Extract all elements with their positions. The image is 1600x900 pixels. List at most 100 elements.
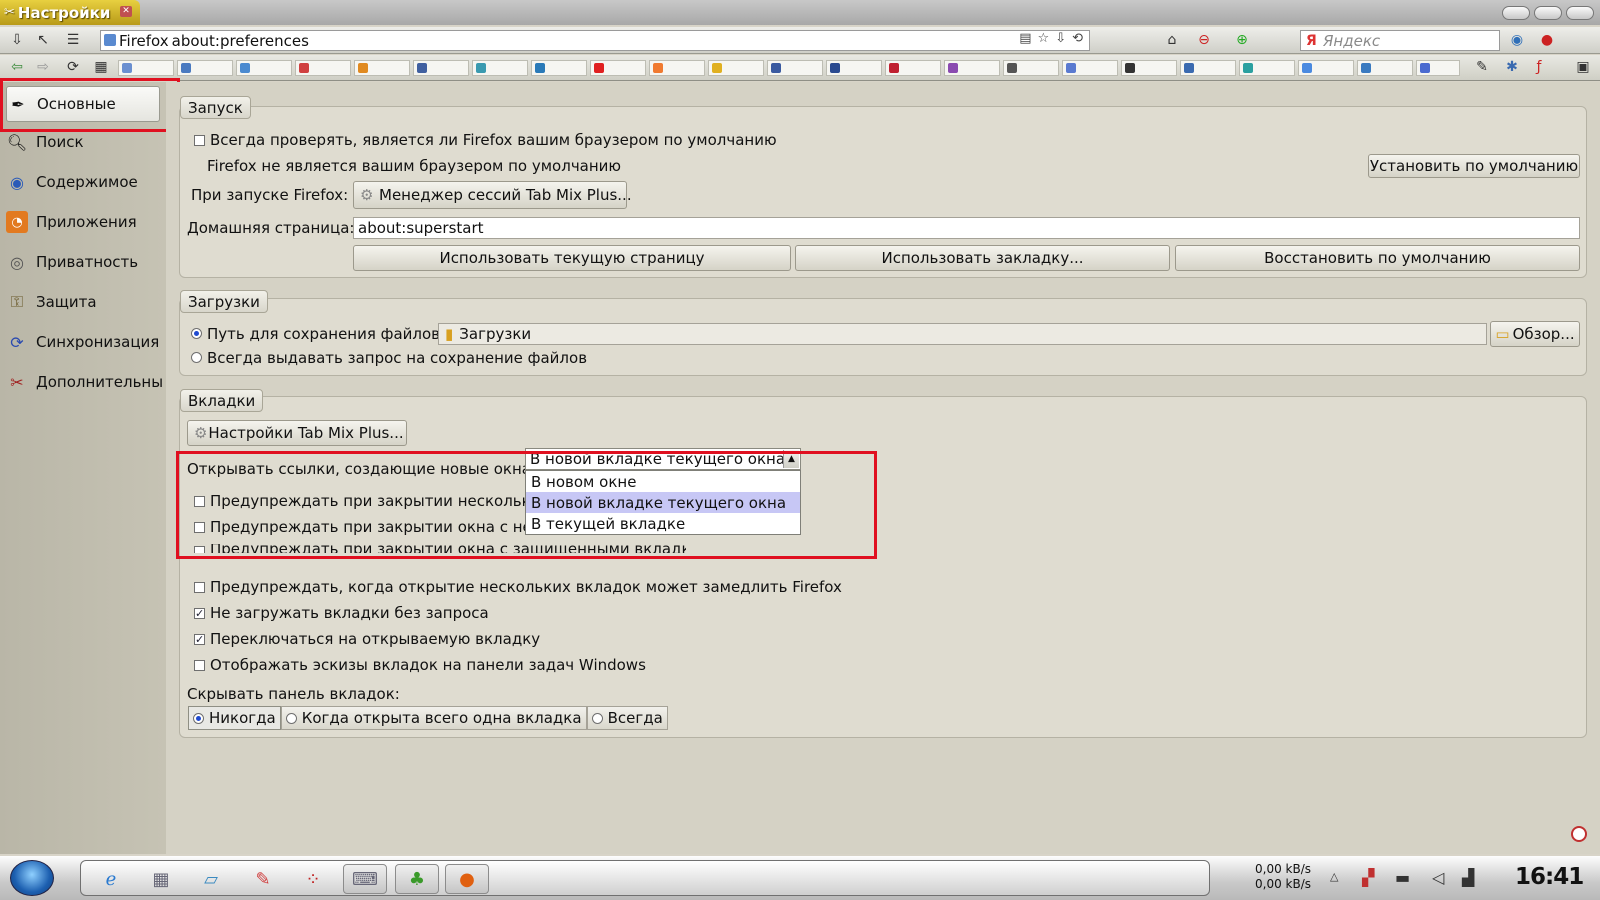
bookmark-item[interactable] [118, 60, 174, 76]
bookmark-item[interactable] [413, 60, 469, 76]
taskbar-clock[interactable]: 16:41 [1515, 864, 1584, 890]
maximize-button[interactable] [1534, 6, 1562, 20]
url-bar[interactable]: Firefox about:preferences ▤ ☆ ⇩ ⟲ [100, 30, 1090, 51]
tab-close-icon[interactable]: ✕ [120, 6, 132, 17]
bookmark-item[interactable] [177, 60, 233, 76]
show-previews-label[interactable]: Отображать эскизы вкладок на панели зада… [210, 655, 646, 675]
alert-icon[interactable]: ● [1538, 31, 1556, 49]
restore-default-button[interactable]: Восстановить по умолчанию [1175, 245, 1580, 271]
zoom-in-icon[interactable]: ⊕ [1233, 31, 1251, 49]
paint-icon[interactable]: ✎ [241, 864, 285, 894]
url-text[interactable]: about:preferences [172, 32, 309, 50]
page-icon[interactable]: ▦ [92, 58, 110, 76]
home-icon[interactable]: ⌂ [1163, 31, 1181, 49]
hide-bar-always[interactable]: Всегда [586, 706, 668, 730]
warn-slow-checkbox[interactable] [194, 582, 205, 593]
menu-icon[interactable]: ☰ [64, 31, 82, 49]
volume-icon[interactable]: ◁ [1432, 868, 1444, 887]
always-ask-radio[interactable] [191, 352, 202, 363]
use-current-page-button[interactable]: Использовать текущую страницу [353, 245, 791, 271]
always-ask-label[interactable]: Всегда выдавать запрос на сохранение фай… [207, 348, 587, 368]
globe-icon[interactable]: ◉ [1508, 31, 1526, 49]
download-arrow-icon[interactable]: ⇩ [8, 31, 26, 49]
dont-load-checkbox[interactable]: ✓ [194, 608, 205, 619]
bookmark-item[interactable] [1416, 60, 1460, 76]
bookmark-item[interactable] [1298, 60, 1354, 76]
start-button[interactable] [10, 860, 54, 896]
save-path-label[interactable]: Путь для сохранения файлов [207, 324, 440, 344]
bookmark-item[interactable] [885, 60, 941, 76]
bookmark-item[interactable] [1180, 60, 1236, 76]
sidebar-item-advanced[interactable]: ✂ Дополнительны [6, 364, 166, 400]
home-page-input[interactable]: about:superstart [353, 217, 1580, 239]
bookmark-item[interactable] [1062, 60, 1118, 76]
dont-load-label[interactable]: Не загружать вкладки без запроса [210, 603, 489, 623]
download-icon[interactable]: ⇩ [1055, 31, 1066, 46]
open-links-option-current-tab[interactable]: В текущей вкладке [526, 513, 800, 534]
calculator-icon[interactable]: ▦ [139, 864, 183, 894]
dice-icon[interactable]: ⁘ [291, 864, 335, 894]
sidebar-item-sync[interactable]: ⟳ Синхронизация [6, 324, 166, 360]
show-previews-checkbox[interactable] [194, 660, 205, 671]
bookmark-item[interactable] [354, 60, 410, 76]
switch-to-new-checkbox[interactable]: ✓ [194, 634, 205, 645]
bookmark-item[interactable] [944, 60, 1000, 76]
sidebar-item-privacy[interactable]: ◎ Приватность [6, 244, 166, 280]
minimize-button[interactable] [1502, 6, 1530, 20]
bookmark-item[interactable] [590, 60, 646, 76]
flash-icon[interactable]: ƒ [1530, 58, 1548, 76]
firefox-icon[interactable]: ● [445, 864, 489, 894]
site-identity[interactable]: Firefox [101, 32, 172, 50]
monitor-icon[interactable]: ▬ [1395, 868, 1410, 887]
hide-bar-never[interactable]: Никогда [188, 706, 281, 730]
hide-bar-one-tab[interactable]: Когда открыта всего одна вкладка [280, 706, 587, 730]
always-check-checkbox[interactable] [194, 135, 205, 146]
bookmark-item[interactable] [472, 60, 528, 76]
color-picker-icon[interactable]: ▞ [1362, 868, 1374, 887]
clover-icon[interactable]: ♣ [395, 864, 439, 894]
wrench-icon[interactable]: ✎ [1473, 58, 1491, 76]
sidebar-item-applications[interactable]: ◔ Приложения [6, 204, 166, 240]
bookmark-star-icon[interactable]: ☆ [1038, 31, 1050, 46]
switch-to-new-label[interactable]: Переключаться на открываемую вкладку [210, 629, 540, 649]
warn-slow-label[interactable]: Предупреждать, когда открытие нескольких… [210, 577, 842, 597]
sidebar-toggle-icon[interactable]: ▣ [1574, 58, 1592, 76]
reload-icon[interactable]: ⟳ [64, 58, 82, 76]
zoom-out-icon[interactable]: ⊖ [1195, 31, 1213, 49]
bookmark-item[interactable] [826, 60, 882, 76]
tray-expand-icon[interactable]: △ [1330, 870, 1338, 883]
keyboard-icon[interactable]: ⌨ [343, 864, 387, 894]
set-default-button[interactable]: Установить по умолчанию [1368, 154, 1580, 178]
open-links-option-new-window[interactable]: В новом окне [526, 471, 800, 492]
window-title-tab[interactable]: ✂ Настройки [0, 0, 140, 25]
bookmark-item[interactable] [1239, 60, 1295, 76]
save-path-radio[interactable] [191, 328, 202, 339]
forward-arrow-icon[interactable]: ⇨ [34, 58, 52, 76]
close-button[interactable] [1566, 6, 1594, 20]
bookmark-item[interactable] [236, 60, 292, 76]
bookmark-item[interactable] [767, 60, 823, 76]
signal-icon[interactable]: ▟ [1462, 868, 1474, 887]
bookmark-item[interactable] [1121, 60, 1177, 76]
bookmark-item[interactable] [649, 60, 705, 76]
help-lifebuoy-icon[interactable] [1571, 826, 1587, 842]
use-bookmark-button[interactable]: Использовать закладку... [795, 245, 1170, 271]
reload-icon[interactable]: ⟲ [1072, 31, 1083, 46]
notepad-icon[interactable]: ▱ [189, 864, 233, 894]
cursor-icon[interactable]: ↖ [34, 31, 52, 49]
bookmark-item[interactable] [1357, 60, 1413, 76]
always-check-label[interactable]: Всегда проверять, является ли Firefox ва… [210, 130, 777, 150]
browse-button[interactable]: ▭ Обзор... [1490, 321, 1580, 347]
sidebar-item-security[interactable]: ⚿ Защита [6, 284, 166, 320]
bookmark-item[interactable] [1003, 60, 1059, 76]
open-links-option-new-tab[interactable]: В новой вкладке текущего окна [526, 492, 800, 513]
on-start-select[interactable]: ⚙ Менеджер сессий Tab Mix Plus... [353, 181, 632, 209]
tab-mix-plus-settings-button[interactable]: ⚙ Настройки Tab Mix Plus... [187, 420, 407, 446]
bookmark-item[interactable] [708, 60, 764, 76]
ie-icon[interactable]: ℯ [89, 864, 133, 894]
bookmark-item[interactable] [531, 60, 587, 76]
back-arrow-icon[interactable]: ⇦ [8, 58, 26, 76]
search-input[interactable]: Яндекс [1300, 30, 1500, 51]
reader-icon[interactable]: ▤ [1019, 31, 1031, 46]
bookmark-item[interactable] [295, 60, 351, 76]
